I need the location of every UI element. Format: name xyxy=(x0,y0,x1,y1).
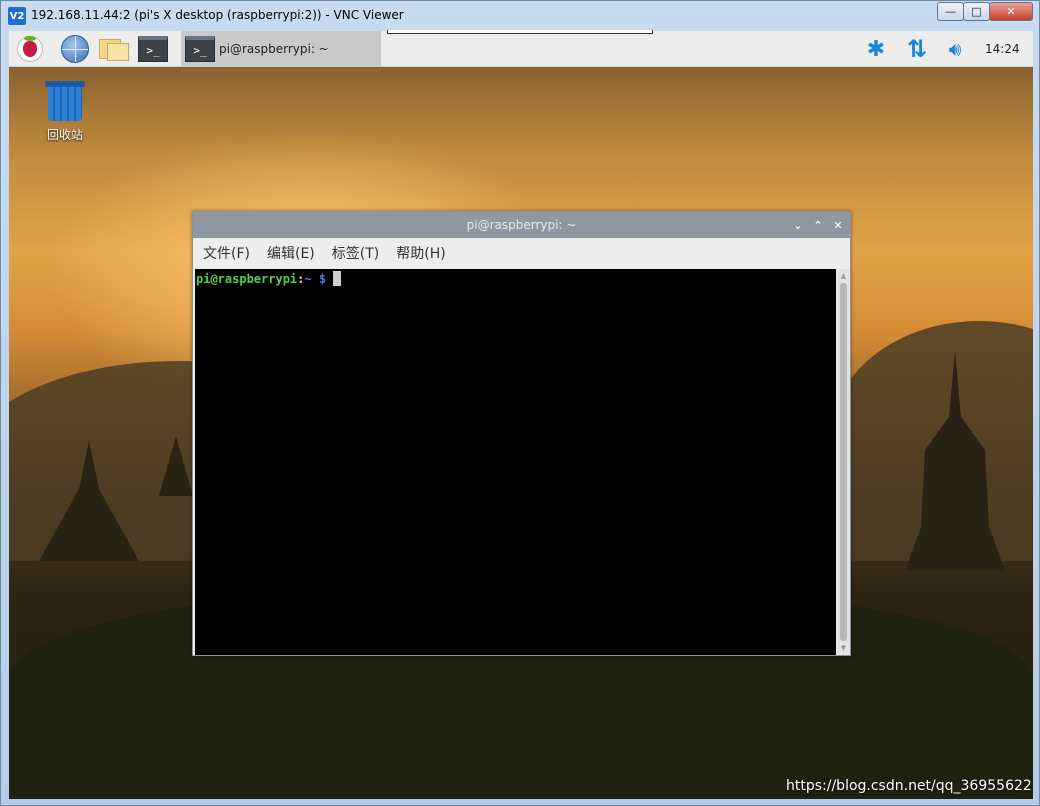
close-button[interactable]: ✕ xyxy=(989,2,1033,21)
terminal-icon: >_ xyxy=(185,36,215,62)
file-manager-button[interactable] xyxy=(98,34,130,64)
taskbar: >_ >_ pi@raspberrypi: ~ ✱ ⇅ 🔊︎ 14:24 xyxy=(9,31,1033,67)
terminal-icon: >_ xyxy=(138,36,168,62)
vnc-viewer-window: V2 192.168.11.44:2 (pi's X desktop (rasp… xyxy=(0,0,1040,806)
terminal-minimize-button[interactable]: ⌄ xyxy=(790,217,806,233)
terminal-close-button[interactable]: ✕ xyxy=(830,217,846,233)
desktop-icon-label: 回收站 xyxy=(46,128,83,142)
vnc-logo-icon: V2 xyxy=(8,7,26,25)
terminal-menubar: 文件(F) 编辑(E) 标签(T) 帮助(H) xyxy=(193,238,850,268)
minimize-button[interactable]: — xyxy=(937,2,964,21)
task-button-label: pi@raspberrypi: ~ xyxy=(219,42,329,56)
bluetooth-icon[interactable]: ✱ xyxy=(867,36,885,62)
terminal-launcher-button[interactable]: >_ xyxy=(137,34,169,64)
terminal-scrollbar[interactable]: ▲ ▼ xyxy=(837,269,850,655)
prompt-path: ~ xyxy=(304,272,312,286)
watermark: https://blog.csdn.net/qq_36955622 xyxy=(786,778,1032,794)
terminal-output[interactable]: pi@raspberrypi:~ $ xyxy=(195,269,836,655)
menu-help[interactable]: 帮助(H) xyxy=(396,243,445,263)
scrollbar-thumb[interactable] xyxy=(840,283,847,641)
raspberry-menu-button[interactable] xyxy=(14,34,46,64)
overlay-strip xyxy=(387,30,653,34)
clock[interactable]: 14:24 xyxy=(985,42,1020,56)
text-cursor xyxy=(333,271,342,286)
raspberry-icon xyxy=(17,36,43,62)
globe-icon xyxy=(61,35,89,63)
menu-tabs[interactable]: 标签(T) xyxy=(332,243,379,263)
trash-icon xyxy=(45,81,85,121)
shell-prompt: pi@raspberrypi:~ $ xyxy=(196,271,342,286)
terminal-maximize-button[interactable]: ⌃ xyxy=(810,217,826,233)
network-updown-icon[interactable]: ⇅ xyxy=(904,35,930,63)
vnc-titlebar[interactable]: V2 192.168.11.44:2 (pi's X desktop (rasp… xyxy=(1,1,1039,31)
menu-edit[interactable]: 编辑(E) xyxy=(267,243,315,263)
prompt-symbol: $ xyxy=(318,272,327,286)
volume-icon[interactable]: 🔊︎ xyxy=(940,36,970,62)
terminal-title: pi@raspberrypi: ~ xyxy=(466,218,577,232)
scroll-down-icon[interactable]: ▼ xyxy=(839,643,848,653)
web-browser-button[interactable] xyxy=(59,34,91,64)
window-title: 192.168.11.44:2 (pi's X desktop (raspber… xyxy=(31,8,404,22)
remote-desktop[interactable]: >_ >_ pi@raspberrypi: ~ ✱ ⇅ 🔊︎ 14:24 回收站… xyxy=(9,31,1033,799)
menu-file[interactable]: 文件(F) xyxy=(203,243,250,263)
window-controls: — □ ✕ xyxy=(937,2,1033,21)
desktop-icon-trash[interactable]: 回收站 xyxy=(35,81,95,143)
maximize-button[interactable]: □ xyxy=(963,2,990,21)
scroll-up-icon[interactable]: ▲ xyxy=(839,271,848,281)
prompt-user-host: pi@raspberrypi xyxy=(196,272,298,286)
terminal-window: pi@raspberrypi: ~ ⌄ ⌃ ✕ 文件(F) 编辑(E) 标签(T… xyxy=(192,211,851,656)
terminal-titlebar[interactable]: pi@raspberrypi: ~ ⌄ ⌃ ✕ xyxy=(193,212,850,238)
folder-icon xyxy=(99,37,129,61)
taskbar-window-terminal[interactable]: >_ pi@raspberrypi: ~ xyxy=(181,31,381,67)
